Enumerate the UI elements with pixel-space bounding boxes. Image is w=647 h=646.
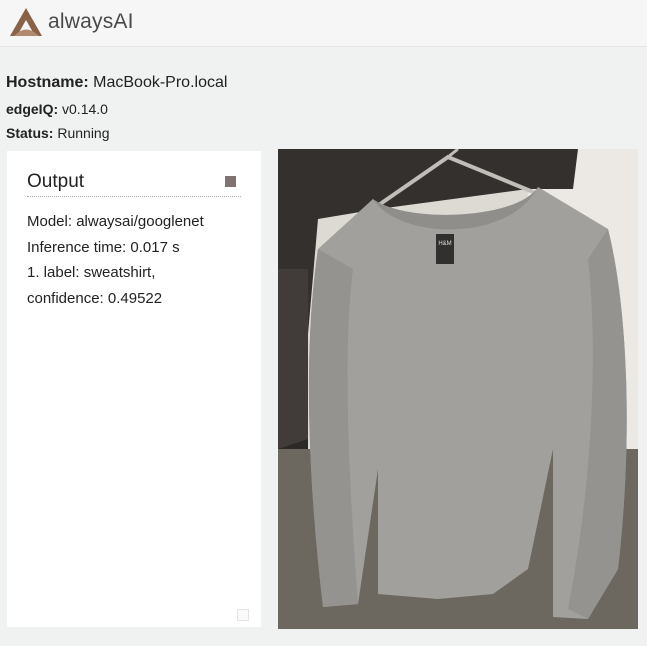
header-bar: alwaysAI bbox=[0, 0, 647, 47]
alwaysai-logo-icon bbox=[10, 8, 42, 36]
edgeiq-version-value: v0.14.0 bbox=[62, 101, 108, 117]
status-value: Running bbox=[57, 125, 110, 141]
output-line-label: 1. label: sweatshirt, bbox=[27, 264, 156, 281]
status-row: Status: Running bbox=[6, 125, 110, 141]
edgeiq-version-row: edgeIQ: v0.14.0 bbox=[6, 101, 108, 117]
hostname-label: Hostname: bbox=[6, 74, 89, 91]
alwaysai-logo: alwaysAI bbox=[8, 4, 134, 40]
resize-grip-icon[interactable] bbox=[237, 609, 249, 621]
output-title: Output bbox=[27, 171, 241, 197]
hostname-row: Hostname: MacBook-Pro.local bbox=[6, 74, 227, 92]
output-text: Model: alwaysai/googlenet Inference time… bbox=[27, 209, 252, 311]
hostname-value: MacBook-Pro.local bbox=[93, 74, 228, 91]
output-line-model: Model: alwaysai/googlenet bbox=[27, 213, 204, 230]
video-frame-image: H&M bbox=[278, 149, 638, 629]
output-line-inference-time: Inference time: 0.017 s bbox=[27, 238, 180, 256]
output-panel: Output Model: alwaysai/googlenet Inferen… bbox=[7, 151, 261, 627]
sweatshirt-photo: H&M bbox=[278, 149, 638, 629]
stop-icon[interactable] bbox=[225, 176, 236, 187]
brand-name: alwaysAI bbox=[48, 10, 134, 33]
status-label: Status: bbox=[6, 125, 54, 141]
output-line-confidence: confidence: 0.49522 bbox=[27, 289, 163, 307]
edgeiq-label: edgeIQ: bbox=[6, 101, 59, 117]
